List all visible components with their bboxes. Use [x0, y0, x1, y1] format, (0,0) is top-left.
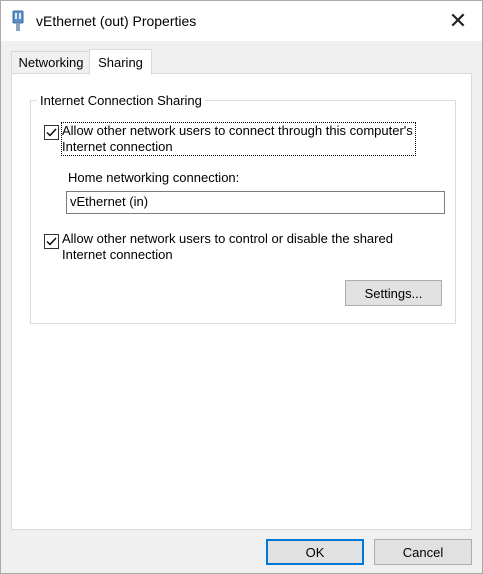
- close-icon: ✕: [448, 8, 468, 33]
- allow-connect-label[interactable]: Allow other network users to connect thr…: [61, 122, 416, 156]
- checkmark-icon: [46, 237, 57, 246]
- allow-control-checkbox[interactable]: [44, 234, 59, 249]
- tab-networking[interactable]: Networking: [11, 51, 91, 74]
- home-connection-label: Home networking connection:: [68, 170, 240, 185]
- tab-sharing[interactable]: Sharing: [89, 49, 152, 75]
- tab-sharing-label: Sharing: [98, 54, 143, 70]
- tab-networking-label: Networking: [18, 55, 84, 70]
- sharing-tab-panel: Internet Connection Sharing Allow other …: [11, 73, 472, 530]
- ics-group-title: Internet Connection Sharing: [37, 93, 205, 108]
- home-connection-field[interactable]: vEthernet (in): [66, 191, 445, 214]
- allow-control-label[interactable]: Allow other network users to control or …: [62, 231, 422, 263]
- properties-dialog: vEthernet (out) Properties ✕ Networking …: [0, 0, 483, 574]
- window-title: vEthernet (out) Properties: [36, 13, 197, 29]
- allow-connect-checkbox[interactable]: [44, 125, 59, 140]
- allow-connect-line1: Allow other network users to connect thr…: [62, 123, 413, 138]
- checkmark-icon: [46, 128, 57, 137]
- settings-button[interactable]: Settings...: [345, 280, 442, 306]
- network-adapter-icon: [12, 10, 24, 31]
- ok-button[interactable]: OK: [266, 539, 364, 565]
- cancel-button[interactable]: Cancel: [374, 539, 472, 565]
- close-button[interactable]: ✕: [435, 1, 481, 41]
- allow-control-line2: Internet connection: [62, 247, 173, 262]
- title-bar: vEthernet (out) Properties ✕: [1, 1, 482, 41]
- allow-connect-line2: Internet connection: [62, 139, 173, 154]
- allow-control-line1: Allow other network users to control or …: [62, 231, 393, 246]
